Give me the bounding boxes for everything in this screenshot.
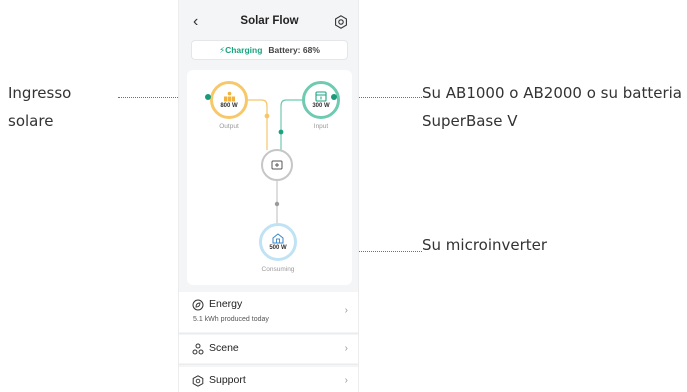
input-value: 300 W (312, 103, 330, 109)
input-label: Input (313, 123, 329, 130)
charging-label: Charging (225, 44, 263, 55)
microinverter-annotation: Su microinverter (422, 231, 547, 259)
chevron-right-icon: › (344, 375, 348, 386)
energy-subtitle: 5.1 kWh produced today (193, 316, 269, 323)
menu-item-support[interactable]: Support › (179, 367, 358, 392)
chevron-right-icon: › (344, 343, 348, 354)
page-title: Solar Flow (240, 15, 299, 27)
status-badge: ⚡Charging Battery: 68% (191, 40, 348, 60)
annotation-line-1: Su AB1000 o AB2000 o su batteria (422, 84, 682, 102)
output-value: 800 W (220, 103, 238, 109)
phone-screen: ‹ Solar Flow ⚡Charging Battery: 68% 800 … (178, 0, 359, 392)
input-flow-marker (278, 129, 284, 135)
support-hex-icon (192, 375, 204, 387)
leader-dot-right-top (331, 94, 337, 100)
menu-item-energy[interactable]: Energy 5.1 kWh produced today › (179, 292, 358, 332)
output-flow-marker (264, 113, 270, 119)
battery-annotation: Su AB1000 o AB2000 o su batteria SuperBa… (422, 79, 682, 135)
menu-label-support: Support (209, 374, 246, 386)
battery-level: Battery: 68% (268, 45, 320, 55)
house-icon (272, 233, 284, 244)
consuming-label: Consuming (261, 266, 295, 273)
inverter-node[interactable] (261, 149, 293, 181)
divider (179, 333, 358, 334)
battery-box-icon (315, 91, 327, 102)
leader-dot-left (205, 94, 211, 100)
consume-flow-marker (274, 201, 280, 207)
annotation-line-1: Ingresso (8, 84, 72, 102)
leaf-circle-icon (192, 299, 204, 311)
header-bar: ‹ Solar Flow (179, 12, 358, 32)
scene-nodes-icon (192, 343, 204, 355)
input-node[interactable]: 300 W (302, 81, 340, 119)
chevron-right-icon: › (344, 305, 348, 316)
annotation-line-2: SuperBase V (422, 112, 518, 130)
menu-label-scene: Scene (209, 342, 239, 354)
annotation-line-2: solare (8, 112, 54, 130)
annotation-line-1: Su microinverter (422, 236, 548, 254)
consuming-node[interactable]: 500 W (259, 223, 297, 261)
charging-status: ⚡Charging (219, 45, 262, 56)
gear-icon[interactable] (334, 15, 348, 29)
leader-line-right-top (348, 97, 422, 98)
menu-item-scene[interactable]: Scene › (179, 335, 358, 363)
inverter-box-icon (271, 160, 283, 170)
energy-flow-card: 800 W Output 300 W Input 500 W Consuming (187, 70, 352, 285)
solar-panel-icon (223, 91, 235, 102)
consuming-value: 500 W (269, 245, 287, 251)
output-label: Output (219, 123, 239, 130)
solar-input-annotation: Ingresso solare (8, 79, 71, 135)
menu-label-energy: Energy (209, 298, 243, 310)
divider (179, 364, 358, 365)
output-node[interactable]: 800 W (210, 81, 248, 119)
